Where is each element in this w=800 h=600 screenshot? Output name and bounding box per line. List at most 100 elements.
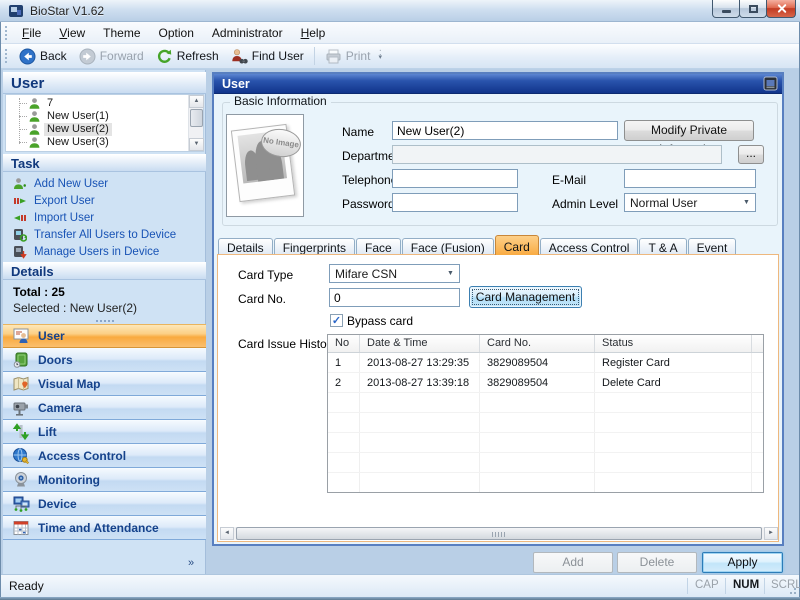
tab-face-fusion[interactable]: Face (Fusion) xyxy=(401,238,494,255)
print-button[interactable]: Print xyxy=(319,46,377,67)
sidebar-collapse-button[interactable]: » xyxy=(183,557,199,571)
menu-theme[interactable]: Theme xyxy=(94,23,149,43)
menu-help[interactable]: Help xyxy=(292,23,335,43)
resize-grip[interactable] xyxy=(787,585,797,595)
cell-status: Register Card xyxy=(595,353,752,372)
sidebar-panel-title: User xyxy=(3,72,206,94)
tab-face[interactable]: Face xyxy=(356,238,401,255)
detach-window-icon[interactable] xyxy=(763,76,778,91)
back-label: Back xyxy=(40,49,67,63)
task-manage-users-in-device[interactable]: Manage Users in Device xyxy=(13,244,203,259)
forward-button[interactable]: Forward xyxy=(73,46,150,67)
nav-monitoring[interactable]: Monitoring xyxy=(3,468,206,492)
nav-time-attendance[interactable]: Time and Attendance xyxy=(3,516,206,540)
nav-user[interactable]: User xyxy=(3,324,206,348)
menu-option[interactable]: Option xyxy=(150,23,203,43)
horizontal-scrollbar[interactable]: ◄ ► xyxy=(220,527,778,540)
bypass-card-label[interactable]: Bypass card xyxy=(347,314,413,328)
card-management-button[interactable]: Card Management xyxy=(469,286,582,308)
tree-item-new-user-3[interactable]: New User(3) xyxy=(6,135,186,149)
title-bar[interactable]: BioStar V1.62 xyxy=(0,0,800,22)
col-header-status[interactable]: Status xyxy=(595,335,752,352)
card-no-input[interactable] xyxy=(329,288,460,307)
menu-view[interactable]: View xyxy=(50,23,94,43)
maximize-button[interactable] xyxy=(739,0,767,18)
toolbar-overflow-button[interactable]: ⁚ ▾ xyxy=(378,50,382,61)
task-label[interactable]: Add New User xyxy=(34,178,108,190)
scroll-left-icon[interactable]: ◄ xyxy=(220,527,234,540)
tab-event[interactable]: Event xyxy=(687,238,737,255)
overflow-arrow-icon: ▾ xyxy=(378,54,382,61)
nav-device[interactable]: Device xyxy=(3,492,206,516)
department-browse-button[interactable]: ... xyxy=(738,145,764,164)
task-import-user[interactable]: Import User xyxy=(13,210,203,225)
tab-fingerprints[interactable]: Fingerprints xyxy=(273,238,356,255)
nav-camera[interactable]: Camera xyxy=(3,396,206,420)
menu-administrator[interactable]: Administrator xyxy=(203,23,292,43)
password-input[interactable] xyxy=(392,193,518,212)
user-tree[interactable]: 7 New User(1) New User(2) New User(3) ▲ … xyxy=(5,94,204,152)
nav-label: Camera xyxy=(38,401,83,415)
task-transfer-all-users[interactable]: Transfer All Users to Device xyxy=(13,227,203,242)
tree-item-7[interactable]: 7 xyxy=(6,96,186,110)
find-user-label: Find User xyxy=(251,49,304,63)
tree-scrollbar[interactable]: ▲ ▼ xyxy=(188,95,204,151)
focus-rect xyxy=(472,289,579,305)
card-type-select[interactable]: Mifare CSN ▼ xyxy=(329,264,460,283)
department-input[interactable] xyxy=(392,145,722,164)
task-label[interactable]: Transfer All Users to Device xyxy=(34,229,176,241)
scroll-thumb[interactable] xyxy=(190,109,203,127)
tree-item-new-user-2-selected[interactable]: New User(2) xyxy=(6,122,186,136)
nav-lift[interactable]: Lift xyxy=(3,420,206,444)
table-empty-row xyxy=(328,453,763,473)
table-row[interactable]: 2 2013-08-27 13:39:18 3829089504 Delete … xyxy=(328,373,763,393)
app-icon xyxy=(8,3,24,19)
email-label: E-Mail xyxy=(552,173,587,187)
tree-item-label[interactable]: New User(3) xyxy=(44,136,112,149)
task-export-user[interactable]: Export User xyxy=(13,193,203,208)
back-button[interactable]: Back xyxy=(13,46,73,67)
task-add-new-user[interactable]: Add New User xyxy=(13,176,203,191)
nav-access-control[interactable]: Access Control xyxy=(3,444,206,468)
delete-button[interactable]: Delete xyxy=(617,552,697,573)
menu-file[interactable]: File xyxy=(13,23,50,43)
tab-details[interactable]: Details xyxy=(218,238,273,255)
find-user-button[interactable]: Find User xyxy=(225,46,310,67)
scroll-up-icon[interactable]: ▲ xyxy=(189,95,204,108)
name-input[interactable] xyxy=(392,121,618,140)
scroll-thumb[interactable] xyxy=(236,527,762,540)
tab-card[interactable]: Card xyxy=(494,235,539,255)
col-header-cardno[interactable]: Card No. xyxy=(480,335,595,352)
tree-item-new-user-1[interactable]: New User(1) xyxy=(6,109,186,123)
bypass-card-checkbox[interactable]: ✓ xyxy=(330,314,343,327)
nav-label: Visual Map xyxy=(38,377,101,391)
nav-doors[interactable]: Doors xyxy=(3,348,206,372)
tree-item-label[interactable]: New User(1) xyxy=(44,110,112,123)
task-label[interactable]: Manage Users in Device xyxy=(34,246,159,258)
scroll-right-icon[interactable]: ► xyxy=(764,527,778,540)
tree-item-label[interactable]: New User(2) xyxy=(44,122,112,136)
tab-t-and-a[interactable]: T & A xyxy=(639,238,687,255)
telephone-input[interactable] xyxy=(392,169,518,188)
basic-info-group-label: Basic Information xyxy=(230,94,331,108)
task-label[interactable]: Import User xyxy=(34,212,94,224)
modify-private-info-button[interactable]: Modify Private Information xyxy=(624,120,754,156)
minimize-button[interactable] xyxy=(712,0,740,18)
details-selected: Selected : New User(2) xyxy=(13,301,138,315)
col-header-datetime[interactable]: Date & Time xyxy=(360,335,480,352)
admin-level-select[interactable]: Normal User ▼ xyxy=(624,193,756,212)
add-button[interactable]: Add xyxy=(533,552,613,573)
tree-item-label[interactable]: 7 xyxy=(44,97,56,110)
tab-strip: Details Fingerprints Face Face (Fusion) … xyxy=(218,235,737,255)
card-issue-history-table[interactable]: No Date & Time Card No. Status 1 2013-08… xyxy=(327,334,764,493)
nav-visual-map[interactable]: Visual Map xyxy=(3,372,206,396)
email-input[interactable] xyxy=(624,169,756,188)
task-label[interactable]: Export User xyxy=(34,195,95,207)
scroll-down-icon[interactable]: ▼ xyxy=(189,138,204,151)
tab-access-control[interactable]: Access Control xyxy=(539,238,639,255)
close-button[interactable] xyxy=(766,0,796,18)
table-row[interactable]: 1 2013-08-27 13:29:35 3829089504 Registe… xyxy=(328,353,763,373)
refresh-button[interactable]: Refresh xyxy=(150,46,225,67)
col-header-no[interactable]: No xyxy=(328,335,360,352)
apply-button[interactable]: Apply xyxy=(702,552,783,573)
